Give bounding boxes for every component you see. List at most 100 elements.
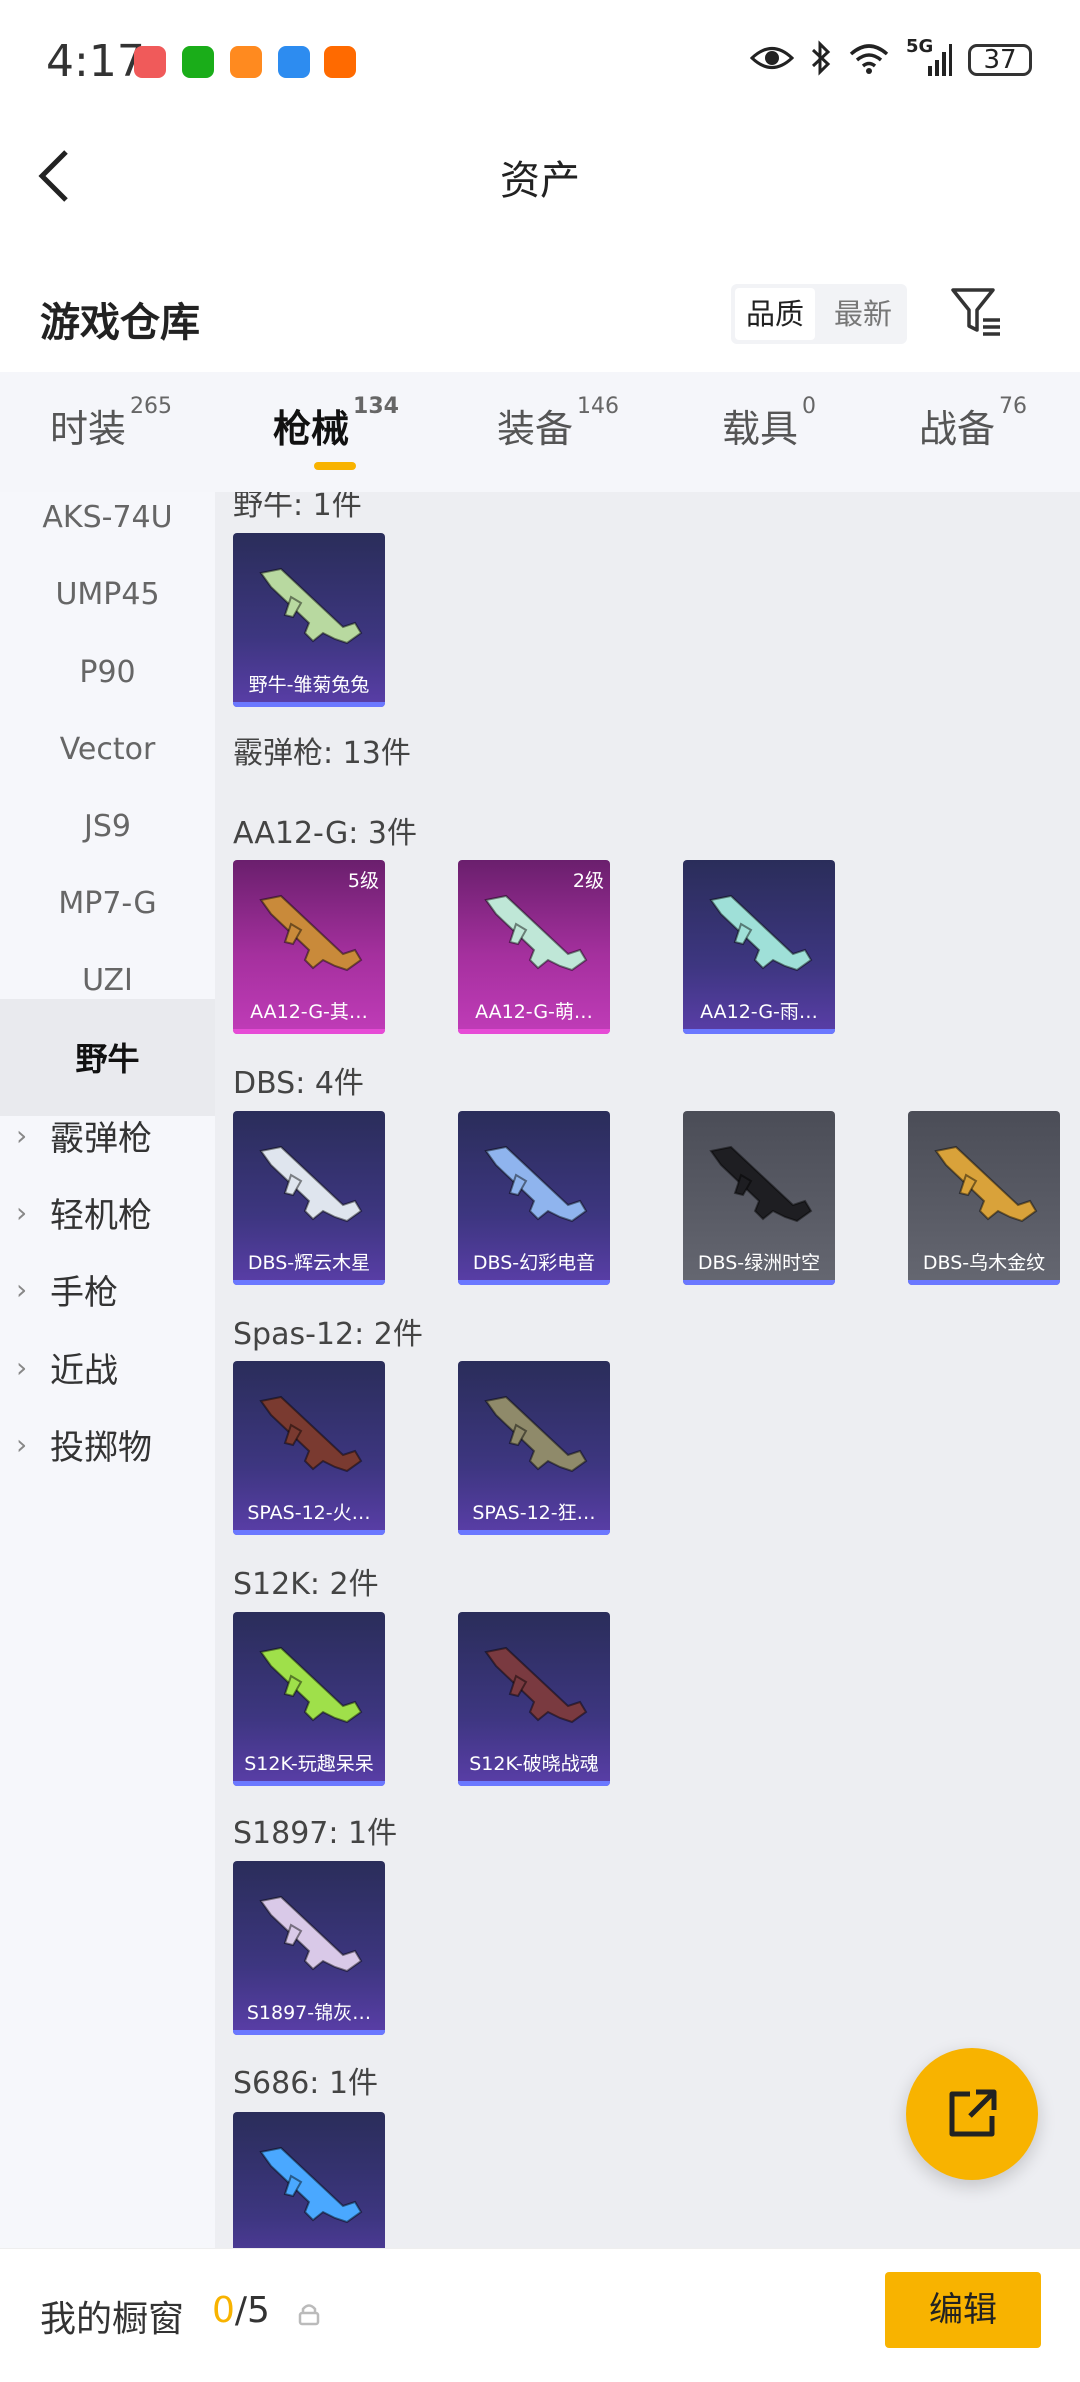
weapon-card[interactable] (233, 2112, 385, 2248)
sidebar-item-label: JS9 (84, 808, 131, 844)
chevron-right-icon: › (16, 1427, 28, 1461)
share-out-icon (949, 2089, 997, 2137)
weapon-card[interactable]: S12K-破晓战魂 (458, 1612, 610, 1786)
weapon-name: DBS-乌木金纹 (922, 1252, 1046, 1274)
weapon-card[interactable]: S1897-锦灰… (233, 1861, 385, 2035)
sort-toggle: 品质 最新 (731, 284, 907, 344)
chevron-right-icon: › (16, 1195, 28, 1229)
weapon-card[interactable]: AA12-G-雨… (683, 860, 835, 1034)
tab-label: 装备 (497, 407, 574, 451)
weapon-icon (709, 894, 813, 972)
weapon-icon (259, 1646, 363, 1724)
eye-icon (749, 43, 795, 77)
sidebar-item[interactable]: JS9 (0, 791, 215, 861)
weapon-card[interactable]: DBS-辉云木星 (233, 1111, 385, 1285)
sidebar-item[interactable]: 野牛 (0, 998, 215, 1116)
rarity-bar (233, 1029, 385, 1034)
weapon-card[interactable]: S12K-玩趣呆呆 (233, 1612, 385, 1786)
tab-label: 枪械 (273, 407, 350, 451)
tab-fashion[interactable]: 时装265 (50, 394, 172, 453)
tab-count: 76 (999, 394, 1028, 419)
weapon-card[interactable]: DBS-幻彩电音 (458, 1111, 610, 1285)
group-label: Spas-12: 2件 (233, 1317, 423, 1352)
video-app-icon (324, 46, 356, 78)
sort-newest-button[interactable]: 最新 (823, 288, 903, 340)
tab-equipment[interactable]: 装备146 (497, 394, 619, 453)
weapon-card[interactable]: DBS-绿洲时空 (683, 1111, 835, 1285)
rarity-bar (233, 1280, 385, 1285)
sidebar-item[interactable]: MP7-G (0, 868, 215, 938)
rarity-bar (683, 1029, 835, 1034)
weapon-name: 野牛-雏菊兔兔 (248, 674, 370, 696)
rarity-bar (908, 1280, 1060, 1285)
tab-label: 时装 (50, 407, 127, 451)
group-label: AA12-G: 3件 (233, 816, 417, 851)
sidebar-item-label: AKS-74U (42, 499, 173, 535)
weapon-name: S1897-锦灰… (246, 2002, 372, 2024)
group-label: S1897: 1件 (233, 1816, 398, 1851)
sidebar-item-label: 近战 (50, 1350, 118, 1391)
sidebar-item[interactable]: UMP45 (0, 559, 215, 629)
rarity-bar (458, 1781, 610, 1786)
filter-button[interactable] (950, 286, 1004, 342)
warehouse-title: 游戏仓库 (40, 300, 200, 346)
showcase-max: 5 (247, 2290, 270, 2331)
tab-vehicles[interactable]: 载具0 (722, 394, 816, 453)
sidebar-item-label: 野牛 (75, 1040, 140, 1078)
sidebar-item[interactable]: › 近战 (0, 1332, 215, 1402)
sidebar-item[interactable]: › 轻机枪 (0, 1177, 215, 1247)
status-time: 4:17 (46, 36, 145, 87)
active-tab-indicator (314, 462, 356, 470)
sidebar-item-label: UZI (82, 962, 133, 998)
sidebar-item[interactable]: AKS-74U (0, 492, 215, 552)
weapon-card[interactable]: 2级 AA12-G-萌… (458, 860, 610, 1034)
weapon-name: S12K-破晓战魂 (469, 1753, 599, 1775)
weapon-card[interactable]: 5级 AA12-G-其… (233, 860, 385, 1034)
weapon-card[interactable]: 野牛-雏菊兔兔 (233, 533, 385, 707)
weapon-icon (484, 1145, 588, 1223)
weapon-icon (484, 894, 588, 972)
weapon-card[interactable]: SPAS-12-狂… (458, 1361, 610, 1535)
weapon-icon (484, 1395, 588, 1473)
sidebar-item[interactable]: Vector (0, 714, 215, 784)
sidebar-item[interactable]: P90 (0, 637, 215, 707)
weapon-name: DBS-绿洲时空 (697, 1252, 821, 1274)
tab-label: 战备 (919, 407, 996, 451)
tab-count: 0 (802, 394, 817, 419)
tab-supplies[interactable]: 战备76 (919, 394, 1027, 453)
weapon-name: SPAS-12-火… (247, 1502, 371, 1524)
rarity-bar (233, 1781, 385, 1786)
sidebar-item-label: 投掷物 (50, 1427, 152, 1468)
sort-quality-button[interactable]: 品质 (735, 288, 815, 340)
sidebar-item[interactable]: › 手枪 (0, 1254, 215, 1324)
category-header: 霰弹枪: 13件 (233, 736, 411, 771)
page-title: 资产 (500, 158, 580, 204)
sidebar-item-label: UMP45 (55, 576, 160, 612)
weapon-icon (259, 1895, 363, 1973)
wifi-icon (848, 42, 890, 78)
share-button[interactable] (906, 2048, 1038, 2180)
sidebar-item-label: MP7-G (58, 885, 157, 921)
weapon-card[interactable]: SPAS-12-火… (233, 1361, 385, 1535)
group-label: S686: 1件 (233, 2066, 379, 2101)
signal-icon: 5G (906, 36, 952, 78)
wechat-icon (182, 46, 214, 78)
weapon-icon (259, 2146, 363, 2224)
bluetooth-icon (810, 40, 832, 80)
weapon-name: SPAS-12-狂… (472, 1502, 596, 1524)
weapon-card[interactable]: DBS-乌木金纹 (908, 1111, 1060, 1285)
chevron-right-icon: › (16, 1272, 28, 1306)
sidebar-item[interactable]: › 投掷物 (0, 1409, 215, 1479)
rarity-bar (683, 1280, 835, 1285)
rarity-bar (233, 2030, 385, 2035)
tab-firearms[interactable]: 枪械134 (273, 394, 399, 453)
weapon-icon (484, 1646, 588, 1724)
edit-button[interactable]: 编辑 (885, 2272, 1041, 2348)
battery-icon: 37 (968, 44, 1032, 76)
weapon-level-badge: 2级 (572, 870, 604, 892)
tab-count: 265 (130, 394, 173, 419)
showcase-separator: / (234, 2290, 248, 2331)
chevron-right-icon: › (16, 1118, 28, 1152)
sidebar-item[interactable]: › 霰弹枪 (0, 1100, 215, 1170)
weapon-grid: 野牛: 1件 霰弹枪: 13件 野牛-雏菊兔兔 AA12-G: 3件 5级 AA12-G-… (215, 492, 1080, 2248)
